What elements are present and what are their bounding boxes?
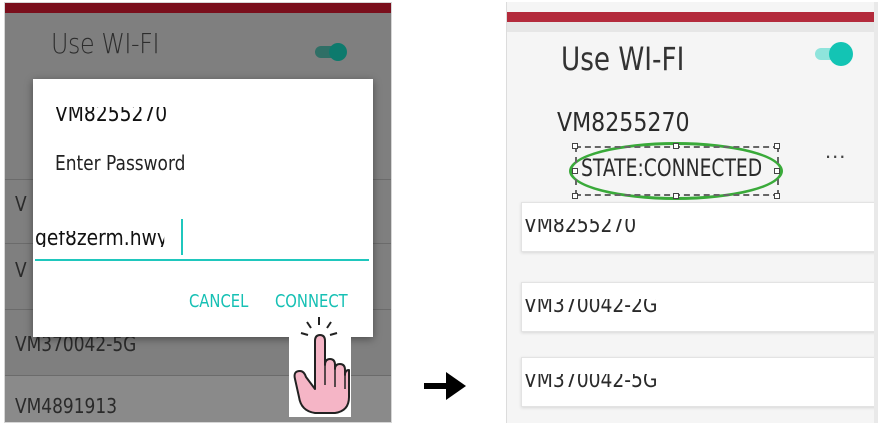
network-label: VM370042-5G	[524, 374, 658, 388]
selection-handle	[572, 143, 578, 149]
network-list-item[interactable]: VM370042-5G	[521, 357, 878, 407]
connection-state-text: STATE:CONNECTED	[581, 154, 763, 182]
text-cursor	[181, 219, 183, 255]
network-label: V	[15, 192, 27, 216]
arrow-right-icon	[422, 370, 468, 402]
toggle-knob	[329, 43, 347, 61]
status-bar	[5, 3, 391, 13]
cancel-button[interactable]: CANCEL	[189, 291, 248, 312]
selection-handle	[572, 193, 578, 199]
use-wifi-label: Use WI-FI	[51, 27, 160, 60]
dialog-ssid: VM8255270	[55, 107, 168, 123]
selection-handle	[774, 193, 780, 199]
selection-handle	[572, 168, 578, 174]
password-dialog: VM8255270 Enter Password gef8zerm.hwyd C…	[33, 79, 373, 337]
selection-handle	[774, 143, 780, 149]
wifi-toggle[interactable]	[315, 43, 347, 61]
before-screen: Use WI-FI V V VM370042-5G VM4891913 VM82…	[4, 2, 392, 423]
enter-password-label: Enter Password	[55, 151, 186, 175]
connection-state-highlight: STATE:CONNECTED	[569, 142, 783, 200]
use-wifi-setting-row: Use WI-FI	[5, 13, 391, 79]
tap-hand-icon	[289, 313, 351, 417]
selection-handle	[774, 168, 780, 174]
wifi-toggle[interactable]	[815, 42, 855, 66]
password-value: gef8zerm.hwyd	[35, 231, 164, 247]
header-divider	[507, 22, 878, 32]
network-list-item[interactable]: VM370042-2G	[521, 282, 878, 332]
network-label: VM4891913	[15, 394, 118, 418]
scroll-edge	[874, 2, 878, 423]
after-screen: Use WI-FI VM8255270 STATE:CONNECTED ... …	[506, 2, 878, 423]
network-label: VM8255270	[524, 219, 637, 233]
selection-handle	[673, 193, 679, 199]
network-label: VM370042-2G	[524, 299, 658, 313]
connected-network-name: VM8255270	[557, 112, 690, 134]
toggle-knob	[829, 42, 853, 66]
selection-handle	[673, 143, 679, 149]
network-label: V	[15, 258, 27, 282]
ssid-redaction	[203, 103, 353, 127]
network-list-item[interactable]: VM8255270	[521, 202, 878, 252]
more-options-icon[interactable]: ...	[825, 138, 846, 164]
connect-button[interactable]: CONNECT	[275, 291, 348, 312]
status-bar	[507, 12, 878, 22]
use-wifi-label: Use WI-FI	[561, 40, 685, 78]
